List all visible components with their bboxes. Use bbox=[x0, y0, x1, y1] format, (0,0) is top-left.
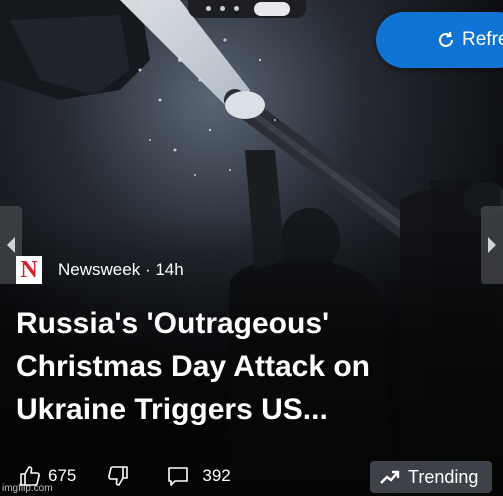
trending-up-icon bbox=[380, 470, 400, 484]
trending-button[interactable]: Trending bbox=[370, 461, 492, 493]
news-card[interactable]: Refre N Newsweek · 14h Russia's 'Outrage… bbox=[0, 0, 503, 496]
refresh-icon bbox=[439, 31, 453, 47]
article-headline[interactable]: Russia's 'Outrageous' Christmas Day Atta… bbox=[16, 302, 476, 431]
active-indicator bbox=[254, 2, 290, 16]
comment-icon bbox=[168, 467, 189, 486]
newsweek-logo: N bbox=[16, 256, 42, 284]
article-source[interactable]: N Newsweek · 14h bbox=[16, 256, 184, 284]
article-age: 14h bbox=[155, 260, 184, 279]
indicator-dot bbox=[220, 6, 225, 11]
window-drag-handle[interactable] bbox=[188, 0, 306, 18]
action-bar: 675 392 Trending bbox=[18, 460, 503, 493]
next-arrow-button[interactable] bbox=[481, 206, 503, 284]
comment-count: 392 bbox=[202, 466, 231, 485]
indicator-dot bbox=[206, 6, 211, 11]
source-name: Newsweek bbox=[58, 260, 141, 279]
refresh-button[interactable]: Refre bbox=[376, 12, 503, 68]
source-meta: Newsweek · 14h bbox=[58, 260, 184, 280]
chevron-right-icon bbox=[488, 237, 496, 253]
chevron-left-icon bbox=[7, 237, 15, 253]
refresh-label: Refre bbox=[462, 29, 503, 50]
trending-label: Trending bbox=[408, 466, 479, 487]
indicator-dot bbox=[234, 6, 239, 11]
watermark: imgflip.com bbox=[2, 483, 53, 494]
thumbs-down-icon bbox=[108, 466, 129, 486]
dislike-button[interactable] bbox=[106, 464, 130, 488]
comments-button[interactable]: 392 bbox=[166, 464, 231, 488]
meta-separator: · bbox=[144, 260, 156, 279]
